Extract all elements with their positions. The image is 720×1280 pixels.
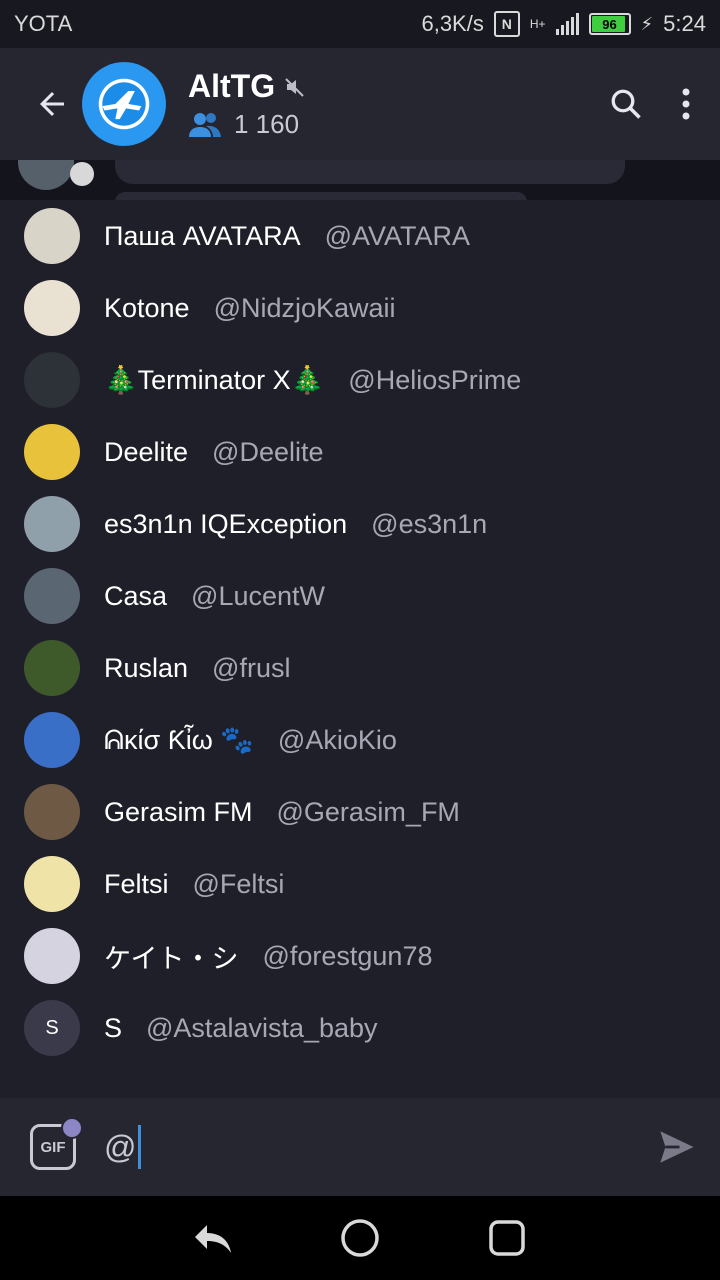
mention-name: Feltsi <box>104 868 169 899</box>
mention-username: @HeliosPrime <box>348 364 522 395</box>
notification-dot <box>61 1117 83 1139</box>
send-button[interactable] <box>646 1117 706 1177</box>
chat-avatar[interactable] <box>82 62 166 146</box>
message-input[interactable]: @ <box>104 1117 646 1177</box>
mention-username: @Deelite <box>212 436 324 467</box>
mention-item[interactable]: es3n1n IQException @es3n1n <box>0 488 720 560</box>
avatar <box>24 856 80 912</box>
mention-item[interactable]: ᕱĸίσ Ƙἶω 🐾 @AkioKio <box>0 704 720 776</box>
mention-name: ケイト・シ <box>104 943 239 974</box>
back-button[interactable] <box>22 86 82 122</box>
mention-name: Casa <box>104 580 168 611</box>
search-button[interactable] <box>596 74 656 134</box>
avatar <box>24 208 80 264</box>
status-bar: YOTA 6,3K/s N H+ 96 ⚡ 5:24 <box>0 0 720 48</box>
mention-item[interactable]: 🎄Terminator X🎄 @HeliosPrime <box>0 344 720 416</box>
mention-item[interactable]: Deelite @Deelite <box>0 416 720 488</box>
mention-username: @AkioKio <box>277 724 397 755</box>
chat-header: AltTG 1 160 <box>0 48 720 160</box>
more-vert-icon <box>682 88 690 120</box>
mention-item[interactable]: Паша AVATARA @AVATARA <box>0 200 720 272</box>
avatar: S <box>24 1000 80 1056</box>
mention-username: @AVATARA <box>324 220 471 251</box>
mention-name: ᕱĸίσ Ƙἶω 🐾 <box>104 724 254 755</box>
mention-item[interactable]: Feltsi @Feltsi <box>0 848 720 920</box>
mention-name: Gerasim FM <box>104 796 253 827</box>
avatar <box>24 640 80 696</box>
mention-username: @NidzjoKawaii <box>213 292 396 323</box>
mention-username: @Gerasim_FM <box>276 796 460 827</box>
chat-background <box>0 160 720 200</box>
avatar <box>24 352 80 408</box>
mention-name: Kotone <box>104 292 190 323</box>
battery-icon: 96 <box>588 13 631 35</box>
carrier-label: YOTA <box>14 11 73 36</box>
gif-button[interactable]: GIF <box>30 1117 83 1170</box>
signal-icon <box>555 13 579 35</box>
online-indicator <box>70 162 94 186</box>
avatar <box>18 160 74 190</box>
avatar <box>24 424 80 480</box>
status-icons: 6,3K/s N H+ 96 ⚡ 5:24 <box>421 11 706 37</box>
gif-label: GIF <box>40 1138 66 1156</box>
mention-name: Паша AVATARA <box>104 220 301 251</box>
nav-recents-button[interactable] <box>472 1203 542 1273</box>
mention-item[interactable]: Gerasim FM @Gerasim_FM <box>0 776 720 848</box>
avatar <box>24 712 80 768</box>
mention-item[interactable]: Ruslan @frusl <box>0 632 720 704</box>
nfc-icon: N <box>493 11 520 37</box>
mention-username: @forestgun78 <box>262 940 433 971</box>
mention-list: Паша AVATARA @AVATARA Kotone @NidzjoKawaii 🎄… <box>0 200 720 1098</box>
battery-level: 96 <box>602 16 617 32</box>
mention-name: es3n1n IQException <box>104 508 348 539</box>
mention-username: @frusl <box>212 652 291 683</box>
search-icon <box>611 89 641 119</box>
member-count: 1 160 <box>234 109 300 139</box>
members-icon <box>189 112 221 137</box>
mention-name: Deelite <box>104 436 189 467</box>
mention-item[interactable]: Casa @LucentW <box>0 560 720 632</box>
message-input-value: @ <box>104 1128 137 1165</box>
charging-icon: ⚡ <box>640 13 654 34</box>
avatar <box>24 568 80 624</box>
text-caret <box>138 1125 142 1169</box>
message-input-bar: GIF @ <box>0 1098 720 1196</box>
mention-name: Ruslan <box>104 652 189 683</box>
nav-back-icon <box>195 1225 232 1253</box>
more-button[interactable] <box>656 74 716 134</box>
clock: 5:24 <box>663 11 706 36</box>
avatar <box>24 784 80 840</box>
nav-back-button[interactable] <box>178 1203 248 1273</box>
network-type: H+ <box>529 17 546 31</box>
network-speed: 6,3K/s <box>421 11 484 36</box>
mention-username: @Astalavista_baby <box>146 1012 378 1043</box>
mention-item[interactable]: S S @Astalavista_baby <box>0 992 720 1064</box>
mention-item[interactable]: Kotone @NidzjoKawaii <box>0 272 720 344</box>
nav-home-icon <box>341 1219 379 1257</box>
message-bubble <box>115 192 527 200</box>
mention-name: S <box>104 1012 123 1043</box>
avatar <box>24 496 80 552</box>
nav-recents-icon <box>488 1220 525 1256</box>
nav-home-button[interactable] <box>325 1203 395 1273</box>
muted-speaker-icon <box>285 77 304 97</box>
mention-name: 🎄Terminator X🎄 <box>104 365 325 395</box>
back-arrow-icon <box>40 92 64 116</box>
chat-title: AltTG <box>188 68 276 104</box>
jet-plane-icon <box>102 91 142 120</box>
system-nav-bar <box>0 1196 720 1280</box>
mention-item[interactable]: ケイト・シ @forestgun78 <box>0 920 720 992</box>
avatar <box>24 280 80 336</box>
mention-username: @es3n1n <box>371 508 488 539</box>
chat-info[interactable]: AltTG 1 160 <box>188 68 596 140</box>
mention-username: @Feltsi <box>192 868 285 899</box>
avatar <box>24 928 80 984</box>
mention-username: @LucentW <box>191 580 325 611</box>
message-bubble <box>115 160 625 184</box>
send-icon <box>660 1131 694 1163</box>
